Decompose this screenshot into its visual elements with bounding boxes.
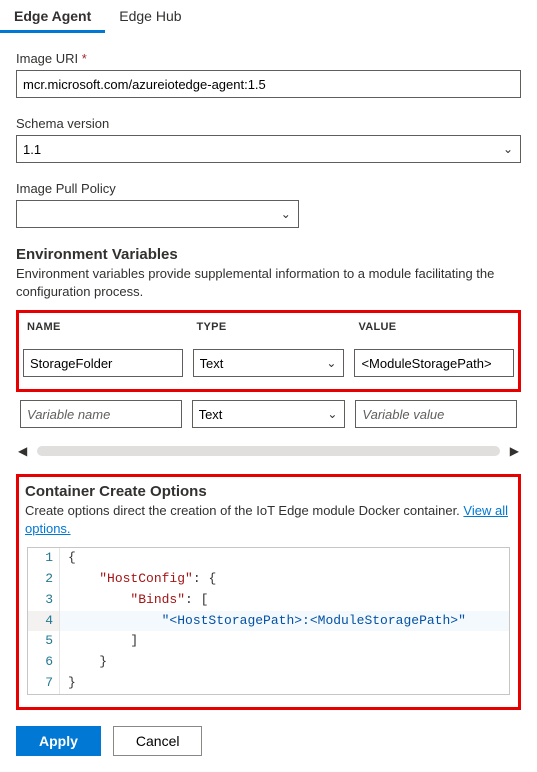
scroll-left-icon[interactable]: ◀ bbox=[18, 444, 27, 458]
tab-bar: Edge Agent Edge Hub bbox=[0, 0, 537, 33]
env-header-type: TYPE bbox=[193, 315, 345, 339]
image-uri-label-text: Image URI bbox=[16, 51, 78, 66]
env-vars-title: Environment Variables bbox=[16, 246, 521, 263]
env-row2-value-input[interactable] bbox=[355, 400, 517, 428]
cco-desc: Create options direct the creation of th… bbox=[25, 503, 463, 518]
code-key-hostconfig: "HostConfig" bbox=[99, 571, 193, 586]
env-row2-name-input[interactable] bbox=[20, 400, 182, 428]
image-pull-policy-label: Image Pull Policy bbox=[16, 181, 521, 196]
image-uri-input[interactable] bbox=[16, 70, 521, 98]
scroll-right-icon[interactable]: ▶ bbox=[510, 444, 519, 458]
env-row1-value-input[interactable] bbox=[354, 349, 514, 377]
image-pull-policy-select[interactable] bbox=[16, 200, 299, 228]
scrollbar-track[interactable] bbox=[37, 446, 500, 456]
image-uri-label: Image URI * bbox=[16, 51, 521, 66]
schema-version-label: Schema version bbox=[16, 116, 521, 131]
horizontal-scroll-indicator[interactable]: ◀ ▶ bbox=[16, 442, 521, 460]
cco-desc-line: Create options direct the creation of th… bbox=[25, 502, 512, 537]
container-create-options-highlighted-box: Container Create Options Create options … bbox=[16, 474, 521, 710]
code-key-binds: "Binds" bbox=[130, 592, 185, 607]
env-row2-type-select[interactable] bbox=[192, 400, 346, 428]
cco-title: Container Create Options bbox=[25, 483, 512, 500]
env-header-value: VALUE bbox=[354, 315, 514, 339]
tab-edge-agent[interactable]: Edge Agent bbox=[0, 0, 105, 33]
env-header-name: NAME bbox=[23, 315, 183, 339]
env-row1-name-input[interactable] bbox=[23, 349, 183, 377]
apply-button[interactable]: Apply bbox=[16, 726, 101, 756]
schema-version-select[interactable] bbox=[16, 135, 521, 163]
env-vars-desc: Environment variables provide supplement… bbox=[16, 265, 521, 300]
code-bind-value: "<HostStoragePath>:<ModuleStoragePath>" bbox=[162, 613, 466, 628]
env-vars-highlighted-box: NAME TYPE VALUE ⌄ bbox=[16, 310, 521, 392]
tab-edge-hub[interactable]: Edge Hub bbox=[105, 0, 195, 33]
required-asterisk: * bbox=[82, 51, 87, 66]
cancel-button[interactable]: Cancel bbox=[113, 726, 203, 756]
env-row1-type-select[interactable] bbox=[193, 349, 345, 377]
cco-code-editor[interactable]: 1{ 2 "HostConfig": { 3 "Binds": [ 4 "<Ho… bbox=[27, 547, 510, 695]
